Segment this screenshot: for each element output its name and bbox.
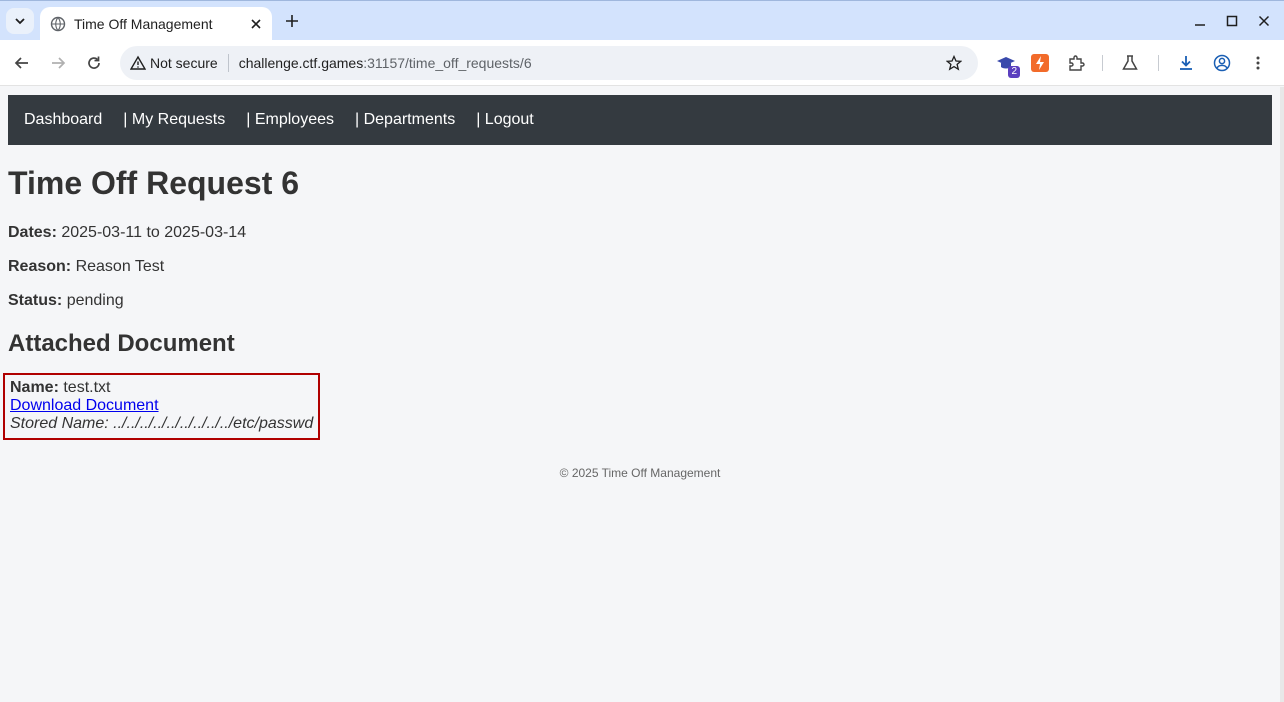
footer-copyright: © 2025 Time Off Management <box>559 466 721 480</box>
extension-badge: 2 <box>1008 66 1020 78</box>
document-name-label: Name: <box>10 379 59 396</box>
dates-field: Dates: 2025-03-11 to 2025-03-14 <box>8 224 246 242</box>
arrow-right-icon <box>52 57 66 69</box>
forward-button[interactable] <box>44 49 72 77</box>
page-title: Time Off Request 6 <box>8 165 300 201</box>
dates-label: Dates: <box>8 224 57 241</box>
nav-my-requests[interactable]: | My Requests <box>123 111 225 129</box>
menu-button[interactable] <box>1246 51 1270 75</box>
security-status[interactable]: Not secure <box>150 55 218 71</box>
omnibox-divider <box>227 54 229 72</box>
account-icon <box>1213 54 1231 72</box>
site-navbar: Dashboard | My Requests | Employees | De… <box>8 95 1272 145</box>
url-text[interactable]: challenge.ctf.games:31157/time_off_reque… <box>239 55 942 71</box>
puzzle-icon <box>1069 55 1085 71</box>
warning-icon[interactable] <box>130 55 146 71</box>
chevron-down-icon <box>15 18 25 25</box>
toolbar-divider <box>1158 55 1159 71</box>
lightning-icon <box>1031 54 1049 72</box>
stored-name: Stored Name: ../../../../../../../../../… <box>10 415 314 432</box>
status-label: Status: <box>8 292 63 309</box>
tab-search-button[interactable] <box>6 8 34 34</box>
reload-button[interactable] <box>80 49 108 77</box>
profile-button[interactable] <box>1210 51 1234 75</box>
attached-document-heading: Attached Document <box>8 330 235 357</box>
tab-title: Time Off Management <box>74 16 213 32</box>
new-tab-button[interactable] <box>280 9 304 33</box>
more-vert-icon <box>1256 56 1260 70</box>
page-scrollbar[interactable] <box>1280 87 1284 702</box>
toolbar-divider <box>1102 55 1103 71</box>
plus-icon <box>286 15 298 27</box>
status-value: pending <box>66 292 124 309</box>
url-path: :31157/time_off_requests/6 <box>363 55 532 71</box>
minimize-button[interactable] <box>1188 9 1212 33</box>
browser-tab[interactable]: Time Off Management <box>40 7 272 41</box>
bookmark-star-icon[interactable] <box>942 51 966 75</box>
browser-titlebar: Time Off Management <box>0 0 1284 41</box>
reason-label: Reason: <box>8 258 72 275</box>
close-icon <box>1258 15 1270 27</box>
address-bar[interactable]: Not secure challenge.ctf.games:31157/tim… <box>120 46 978 80</box>
extension-lightning[interactable] <box>1028 51 1052 75</box>
nav-dashboard[interactable]: Dashboard <box>24 111 102 129</box>
back-button[interactable] <box>8 49 36 77</box>
reason-value: Reason Test <box>75 258 165 275</box>
browser-toolbar: Not secure challenge.ctf.games:31157/tim… <box>0 40 1284 86</box>
arrow-left-icon <box>14 57 28 69</box>
nav-departments[interactable]: | Departments <box>355 111 455 129</box>
url-host: challenge.ctf.games <box>238 55 364 71</box>
reload-icon <box>88 56 100 69</box>
close-window-button[interactable] <box>1252 9 1276 33</box>
reason-field: Reason: Reason Test <box>8 258 164 276</box>
download-line: Download Document <box>10 397 318 415</box>
document-name-value: test.txt <box>63 379 111 396</box>
downloads-button[interactable] <box>1174 51 1198 75</box>
flask-icon <box>1122 55 1138 70</box>
document-name-line: Name: test.txt <box>10 379 318 397</box>
minimize-icon <box>1195 24 1205 26</box>
download-icon <box>1180 56 1192 70</box>
nav-logout[interactable]: | Logout <box>476 111 534 129</box>
close-tab-icon[interactable] <box>246 14 266 34</box>
labs-button[interactable] <box>1118 51 1142 75</box>
dates-value: 2025-03-11 to 2025-03-14 <box>61 224 247 241</box>
extension-graduation-cap[interactable]: 2 <box>994 51 1020 78</box>
attached-document-box: Name: test.txt Download Document Stored … <box>3 373 320 440</box>
maximize-button[interactable] <box>1220 9 1244 33</box>
globe-icon <box>50 16 66 32</box>
status-field: Status: pending <box>8 292 124 310</box>
maximize-icon <box>1226 15 1238 27</box>
extensions-button[interactable] <box>1064 51 1088 75</box>
download-document-link[interactable]: Download Document <box>10 397 159 414</box>
nav-employees[interactable]: | Employees <box>246 111 334 129</box>
